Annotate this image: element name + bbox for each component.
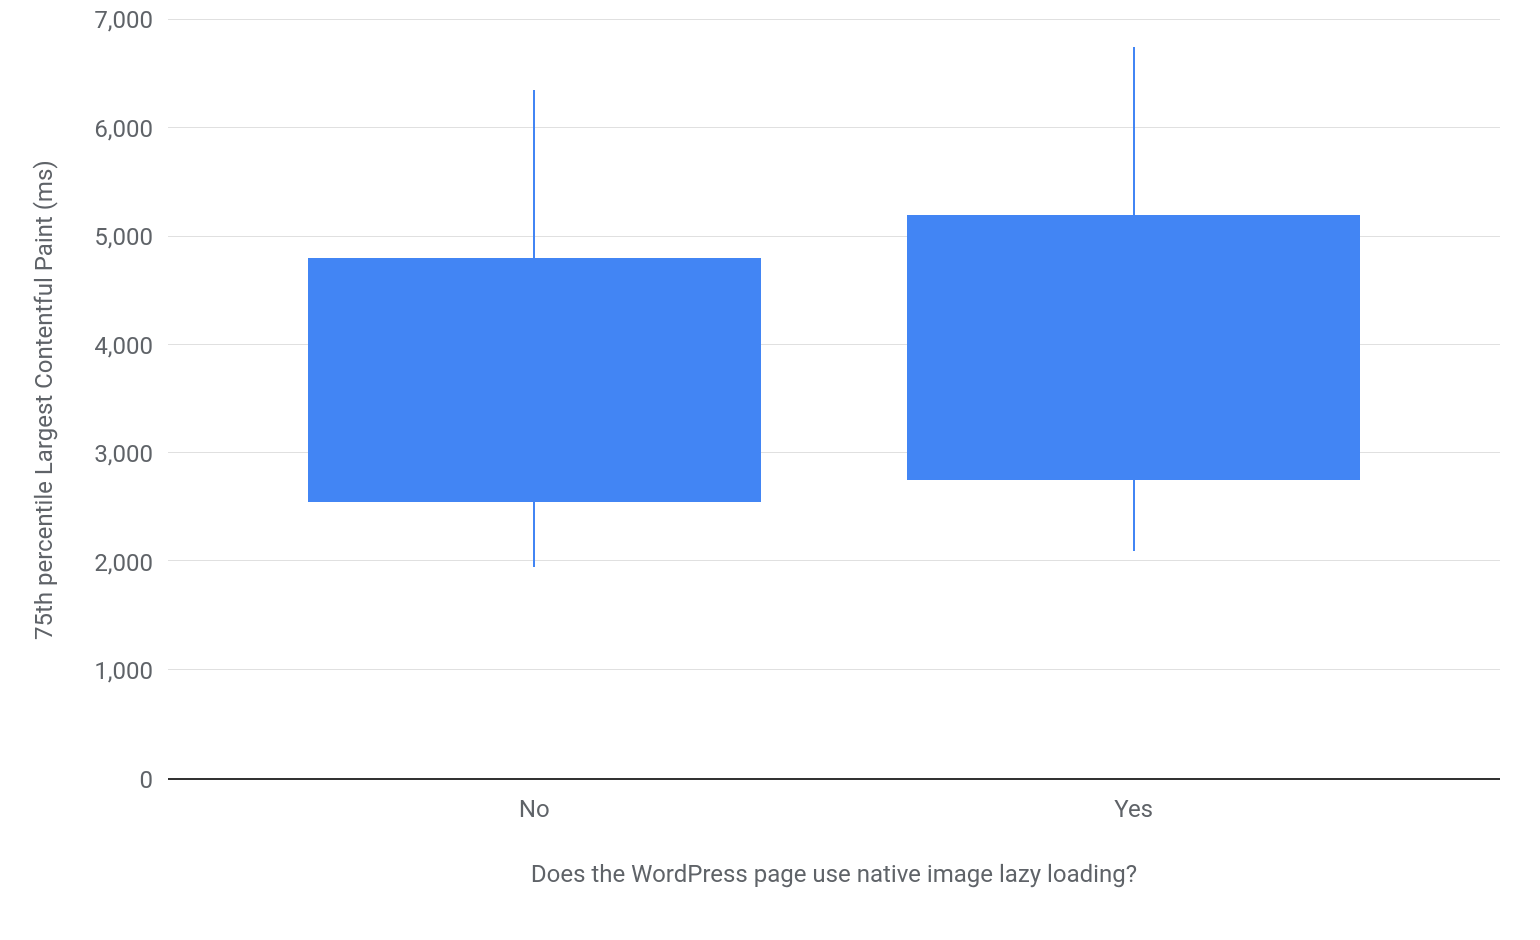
box-group-yes: [907, 20, 1360, 778]
x-tick-labels: No Yes: [168, 780, 1500, 830]
plot-wrapper: 01,0002,0003,0004,0005,0006,0007,000: [68, 20, 1500, 780]
y-ticks-container: 01,0002,0003,0004,0005,0006,0007,000: [68, 20, 168, 780]
box: [907, 215, 1360, 480]
y-axis-label: 75th percentile Largest Contentful Paint…: [20, 20, 68, 780]
plot-area: [168, 20, 1500, 780]
chart-body: 01,0002,0003,0004,0005,0006,0007,000 No Y…: [68, 20, 1500, 920]
x-tick-label: No: [519, 795, 550, 823]
x-tick-label: Yes: [1114, 795, 1153, 823]
chart-container: 75th percentile Largest Contentful Paint…: [20, 20, 1500, 920]
box: [308, 258, 761, 502]
x-axis-label: Does the WordPress page use native image…: [168, 860, 1500, 888]
box-group-no: [308, 20, 761, 778]
